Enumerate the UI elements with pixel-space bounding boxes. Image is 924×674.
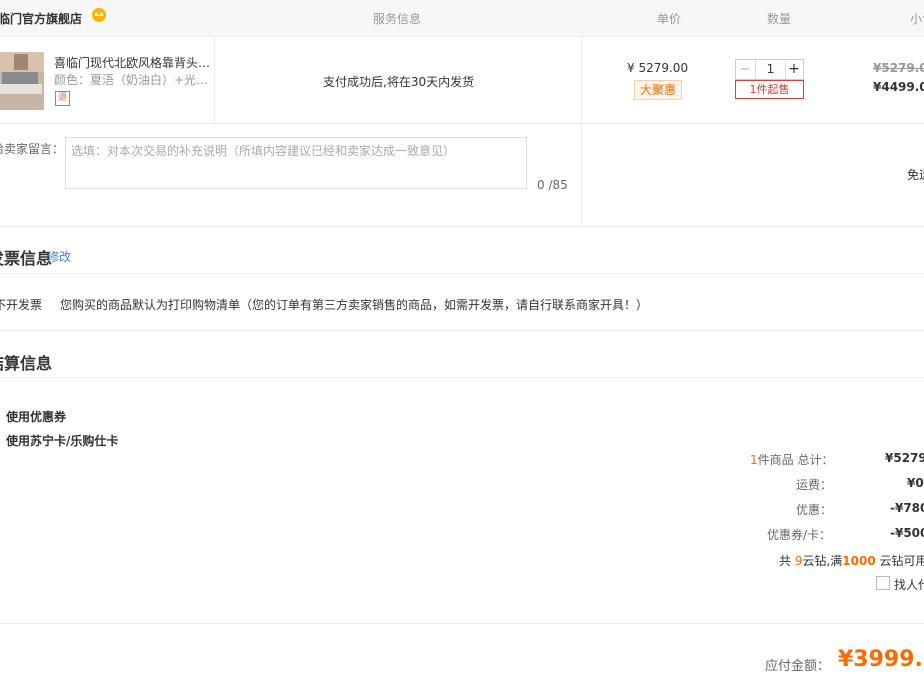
message-char-counter: 0 /85 — [537, 178, 568, 192]
divider — [214, 37, 215, 123]
product-color: 颜色：夏浯（奶油白）+光… — [54, 73, 209, 87]
column-quantity: 数量 — [767, 12, 792, 26]
seller-message-input[interactable]: 选填：对本次交易的补充说明（所填内容建议已经和卖家达成一致意见） — [65, 137, 527, 189]
use-coupon-toggle[interactable]: 使用优惠券 — [6, 408, 66, 425]
unit-price: ¥ 5279.00 — [627, 61, 689, 75]
divider — [0, 273, 924, 274]
store-name[interactable]: 临门官方旗舰店 — [0, 10, 82, 27]
freight-value: ¥0 — [907, 476, 924, 490]
min-purchase-badge: 1件起售 — [735, 80, 804, 99]
coupon-card-value: -¥500 — [890, 526, 924, 540]
product-name-link[interactable]: 喜临门现代北欧风格靠背头… — [54, 54, 210, 71]
invoice-description: 您购买的商品默认为打印购物清单（您的订单有第三方卖家销售的商品，如需开发票，请自… — [60, 298, 649, 312]
goods-total-label: 1件商品 总计： — [750, 451, 833, 468]
product-thumbnail[interactable] — [0, 52, 44, 110]
discount-value: -¥780 — [890, 501, 924, 515]
column-unit-price: 单价 — [657, 12, 682, 26]
promo-badge: 大聚惠 — [634, 80, 682, 100]
column-service: 服务信息 — [373, 12, 422, 26]
use-card-toggle[interactable]: 使用苏宁卡/乐购仕卡 — [6, 432, 118, 449]
pay-amount-label: 应付金额： — [765, 659, 831, 674]
cloud-threshold: 1000 — [842, 554, 876, 568]
coupon-card-label: 优惠券/卡： — [767, 528, 832, 542]
quantity-stepper: − 1 + — [735, 59, 804, 80]
invoice-edit-link[interactable]: 修改 — [47, 248, 71, 265]
discount-label: 优惠： — [796, 503, 833, 517]
store-rank-icon — [92, 8, 106, 22]
return-badge: 退 — [55, 91, 70, 106]
message-label: 给卖家留言： — [0, 142, 65, 156]
original-subtotal: ¥5279.0 — [873, 61, 924, 75]
increase-button[interactable]: + — [785, 60, 803, 79]
settlement-section-title: 结算信息 — [0, 354, 53, 373]
cloud-diamond-info: 共 9云钻,满1000 云钻可用 — [779, 552, 924, 569]
divider — [0, 377, 924, 378]
pay-amount-value: ¥3999.0 — [838, 647, 924, 672]
goods-label: 件商品 总计： — [757, 453, 834, 467]
divider — [0, 330, 924, 331]
invoice-section-title: 发票信息 — [0, 249, 53, 268]
item-subtotal: ¥4499.0 — [873, 80, 924, 94]
column-subtotal: 小计 — [910, 12, 924, 26]
delivery-service-text: 支付成功后,将在30天内发货 — [323, 75, 475, 89]
cloud-suffix: 云钻可用 — [875, 554, 924, 568]
goods-total-value: ¥5279 — [885, 451, 924, 465]
cloud-mid: 云钻,满 — [802, 554, 843, 568]
divider — [0, 623, 924, 624]
freight-label: 运费： — [796, 478, 833, 492]
quantity-input[interactable]: 1 — [755, 60, 786, 79]
proxy-pay-checkbox[interactable] — [876, 576, 890, 590]
cloud-prefix: 共 — [779, 554, 795, 568]
decrease-button[interactable]: − — [736, 60, 754, 79]
goods-count: 1 — [750, 453, 758, 467]
message-placeholder: 选填：对本次交易的补充说明（所填内容建议已经和卖家达成一致意见） — [71, 144, 456, 158]
invoice-type: 不开发票 — [0, 298, 43, 312]
proxy-pay-label[interactable]: 找人代付 — [894, 576, 924, 593]
freight-info: 免运费 — [907, 168, 924, 182]
